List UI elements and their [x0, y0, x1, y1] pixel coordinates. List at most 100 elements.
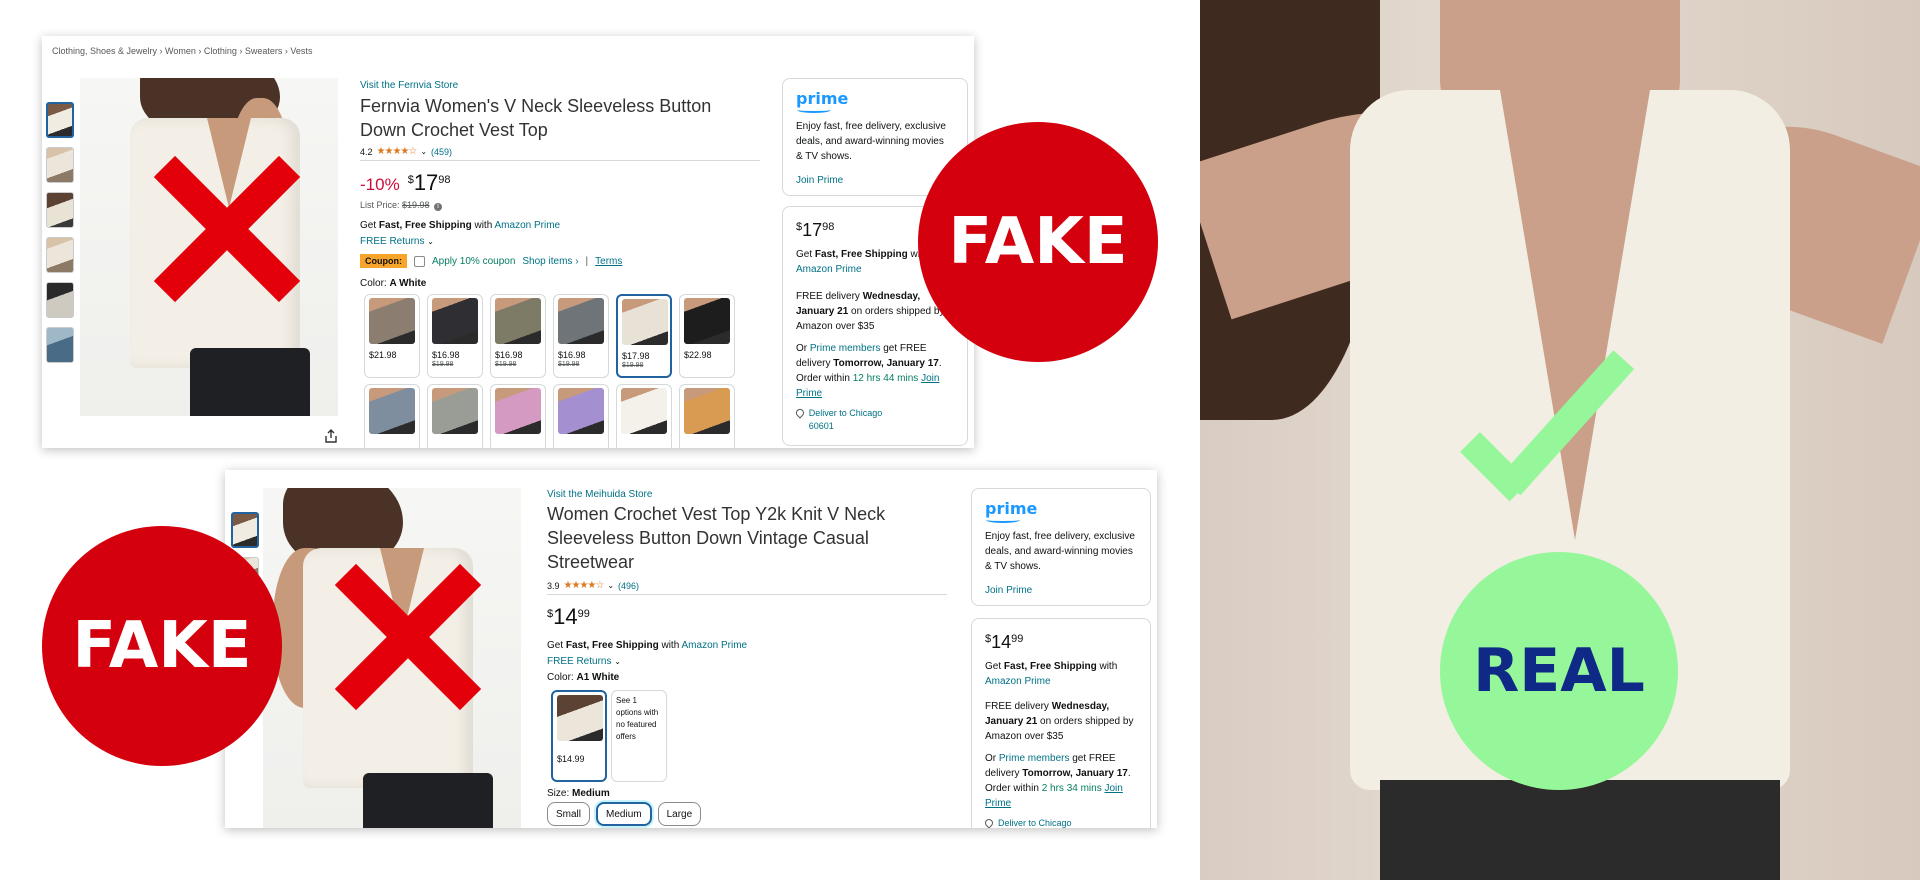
color-swatch[interactable]: $16.98 $19.98 [427, 294, 483, 378]
list-price: List Price: $19.98 i [360, 200, 443, 211]
join-prime-link[interactable]: Join Prime [985, 585, 1032, 596]
shipping-line: Get Fast, Free Shipping with Amazon Prim… [360, 220, 560, 231]
deliver-to-link[interactable]: Deliver to Chicago 60601 [794, 407, 906, 433]
join-prime-link[interactable]: Join Prime [796, 175, 843, 186]
color-value: A White [389, 278, 427, 289]
amazon-prime-link[interactable]: Amazon Prime [682, 640, 748, 651]
swatch-image [495, 298, 541, 344]
color-label-text: Color: [547, 672, 574, 683]
buy-box: $ 14 99 Get Fast, Free Shipping with Ama… [971, 618, 1151, 828]
info-icon[interactable]: i [434, 203, 443, 211]
price-fraction: 98 [438, 174, 451, 186]
size-label-text: Size: [547, 788, 570, 799]
bb-ship-prefix: Get [985, 661, 1002, 672]
product-main-image[interactable] [263, 488, 521, 828]
bb-or: Or [796, 343, 808, 354]
bb-ship-bold: Fast, Free Shipping [814, 249, 908, 260]
rating-count[interactable]: (459) [431, 147, 452, 157]
bb-amazon-prime-link[interactable]: Amazon Prime [796, 264, 862, 275]
ship-bold: Fast, Free Shipping [378, 220, 472, 231]
share-icon[interactable] [324, 429, 338, 443]
shipping-line: Get Fast, Free Shipping with Amazon Prim… [547, 640, 747, 651]
breadcrumb[interactable]: Clothing, Shoes & Jewelry › Women › Clot… [52, 46, 312, 56]
store-link[interactable]: Visit the Fernvia Store [360, 80, 458, 91]
swatch-strike-price: $19.98 [558, 361, 580, 368]
bb-tomorrow: Tomorrow, January 17 [833, 358, 939, 369]
ship-prefix: Get [360, 220, 377, 231]
free-returns-link[interactable]: FREE Returns ⌄ [360, 236, 434, 247]
terms-link[interactable]: Terms [595, 256, 622, 267]
color-swatch[interactable] [553, 384, 609, 448]
chevron-down-icon[interactable]: ⌄ [607, 581, 614, 590]
color-swatch[interactable]: $17.98 $19.98 [616, 294, 672, 378]
thumbnail-list [46, 102, 74, 363]
bb-free-delivery: FREE delivery [796, 291, 860, 302]
vest-garment [130, 118, 300, 368]
color-swatch[interactable] [364, 384, 420, 448]
size-value: Medium [572, 788, 610, 799]
free-returns-link[interactable]: FREE Returns ⌄ [547, 656, 621, 667]
bb-countdown: 2 hrs 34 mins [1041, 783, 1102, 794]
thumbnail-6[interactable] [46, 327, 74, 363]
coupon-row: Coupon: Apply 10% coupon Shop items › | … [360, 254, 622, 268]
shop-items-link[interactable]: Shop items › [522, 256, 578, 267]
chevron-down-icon[interactable]: ⌄ [420, 147, 427, 156]
bb-prime-members-link[interactable]: Prime members [999, 753, 1070, 764]
color-swatch[interactable]: $16.98 $19.98 [490, 294, 546, 378]
deliver-to-link[interactable]: Deliver to Chicago [983, 817, 1125, 828]
thumbnail-3[interactable] [46, 192, 74, 228]
color-swatch[interactable]: $22.98 [679, 294, 735, 378]
rating-value: 3.9 [547, 580, 560, 591]
star-rating-icon: ★★★★☆ [563, 580, 605, 591]
color-label: Color: A1 White [547, 672, 619, 683]
bb-prime-members-link[interactable]: Prime members [810, 343, 881, 354]
list-price-label: List Price: [360, 200, 400, 210]
model-jeans [363, 773, 493, 828]
no-offer-card[interactable]: See 1 options with no featured offers [611, 690, 667, 782]
color-swatch[interactable] [427, 384, 483, 448]
buybox-price-fraction: 98 [822, 221, 835, 233]
color-swatch[interactable] [490, 384, 546, 448]
swatch-price: $16.98 [495, 350, 523, 360]
size-large-button[interactable]: Large [657, 802, 702, 826]
swatch-strike-price: $19.98 [622, 362, 644, 369]
color-swatches: $21.98 $16.98 $19.98 $16.98 $19.98 $16.98 $19.… [364, 294, 735, 448]
bb-amazon-prime-link[interactable]: Amazon Prime [985, 676, 1051, 687]
thumbnail-1[interactable] [46, 102, 74, 138]
color-swatch[interactable] [616, 384, 672, 448]
swatch-price: $22.98 [684, 350, 712, 360]
listing-meihuida: Visit the Meihuida Store Women Crochet V… [225, 470, 1157, 828]
color-label: Color: A White [360, 278, 426, 289]
size-small-button[interactable]: Small [547, 802, 591, 826]
separator: | [585, 255, 589, 267]
thumbnail-5[interactable] [46, 282, 74, 318]
apply-coupon-label[interactable]: Apply 10% coupon [432, 256, 515, 267]
coupon-checkbox[interactable] [413, 255, 425, 267]
product-main-image[interactable] [80, 78, 338, 416]
rating-count[interactable]: (496) [618, 581, 639, 591]
buybox-prime-delivery: Or Prime members get FREE delivery Tomor… [796, 341, 956, 401]
amazon-prime-link[interactable]: Amazon Prime [495, 220, 561, 231]
size-medium-button[interactable]: Medium [596, 802, 652, 826]
swatch-image [557, 695, 603, 741]
color-swatch[interactable]: $16.98 $19.98 [553, 294, 609, 378]
rating-row[interactable]: 3.9 ★★★★☆ ⌄ (496) [547, 580, 639, 591]
color-swatch-selected[interactable]: $14.99 [551, 690, 607, 782]
product-title: Women Crochet Vest Top Y2k Knit V Neck S… [547, 504, 886, 572]
thumbnail-2[interactable] [46, 147, 74, 183]
swatch-image [684, 388, 730, 434]
color-swatch[interactable] [679, 384, 735, 448]
prime-pitch: Enjoy fast, free delivery, exclusive dea… [985, 531, 1135, 572]
color-value: A1 White [576, 672, 620, 683]
store-link[interactable]: Visit the Meihuida Store [547, 489, 652, 500]
price: $ 14 99 [547, 606, 590, 628]
thumbnail-1[interactable] [231, 512, 259, 548]
thumbnail-4[interactable] [46, 237, 74, 273]
color-swatch[interactable]: $21.98 [364, 294, 420, 378]
bb-ship-prefix: Get [796, 249, 813, 260]
rating-row[interactable]: 4.2 ★★★★☆ ⌄ (459) [360, 146, 452, 157]
swatch-price: $14.99 [557, 754, 585, 764]
prime-logo: prime [985, 499, 1038, 518]
swatch-image [558, 298, 604, 344]
swatch-strike-price: $19.98 [495, 361, 517, 368]
